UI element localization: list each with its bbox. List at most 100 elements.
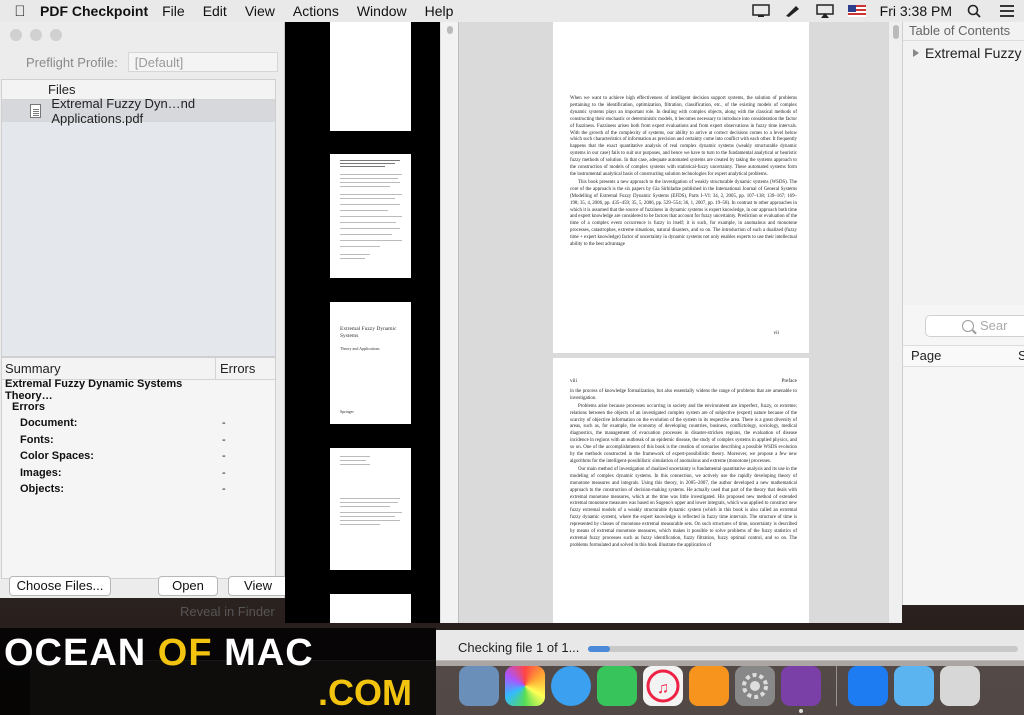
summary-row-color-spaces[interactable]: Color Spaces: - [2,448,275,465]
pen-icon[interactable] [784,4,802,18]
notification-center-icon[interactable] [998,4,1016,18]
progress-bar [588,646,1018,652]
page-paragraph: Our main method of investigation of dual… [570,466,797,548]
messages-app-icon[interactable] [551,666,591,706]
menu-file[interactable]: File [162,3,185,19]
view-button[interactable]: View [228,576,288,596]
file-row[interactable]: Extremal Fuzzy Dyn…nd Applications.pdf [2,96,275,126]
itunes-app-icon[interactable]: ♫ [643,666,683,706]
search-input[interactable]: Sear [925,315,1024,337]
summary-row-errors[interactable]: Errors [2,399,275,416]
progress-fill [588,646,610,652]
summary-column-header[interactable]: Summary [2,358,216,379]
summary-label: Extremal Fuzzy Dynamic Systems Theory… [5,378,183,403]
ibooks-app-icon[interactable] [689,666,729,706]
summary-row-images[interactable]: Images: - [2,465,275,482]
page-thumbnails: Extremal Fuzzy Dynamic Systems Theory an… [285,22,440,623]
summary-row-document[interactable]: Document: - [2,415,275,432]
summary-row-fonts[interactable]: Fonts: - [2,432,275,449]
watermark-of: OF [157,632,213,674]
file-name: Extremal Fuzzy Dyn…nd Applications.pdf [51,96,196,126]
summary-value: - [222,417,226,430]
second-column-header[interactable]: S [1018,346,1024,366]
minimize-button[interactable] [30,29,42,41]
menu-view[interactable]: View [245,3,275,19]
page-thumbnail[interactable] [330,594,411,623]
menu-extras: Fri 3:38 PM [751,0,1016,22]
pdf-page: When we want to achieve high effectivene… [553,22,809,353]
page-thumbnail[interactable]: Extremal Fuzzy Dynamic Systems Theory an… [330,302,411,424]
summary-value: - [222,433,226,446]
page-paragraph: in the process of knowledge formalizatio… [570,388,797,401]
watermark-com: .COM [318,672,412,713]
page-column-header[interactable]: Page [911,348,941,363]
pdf-viewer-window: Extremal Fuzzy Dynamic Systems Theory an… [285,22,902,623]
search-placeholder: Sear [980,318,1008,333]
preflight-profile-row: Preflight Profile: [Default] [26,52,278,72]
watermark-mac: MAC [224,632,314,674]
page-view: When we want to achieve high effectivene… [458,22,902,623]
dock-separator [836,666,837,706]
summary-row-objects[interactable]: Objects: - [2,481,275,498]
system-preferences-icon[interactable] [735,666,775,706]
menu-help[interactable]: Help [425,3,454,19]
toc-item[interactable]: Extremal Fuzzy D [903,45,1024,61]
menu-app-name[interactable]: PDF Checkpoint [40,3,148,19]
page-thumbnail[interactable] [330,448,411,570]
summary-label: Objects: [20,483,65,496]
status-text: Checking file 1 of 1... [458,640,580,655]
spotlight-search-icon[interactable] [966,4,984,18]
summary-table: Summary Errors Extremal Fuzzy Dynamic Sy… [1,357,276,579]
page-paragraph: Problems arise because processes occurri… [570,403,797,464]
menu-clock[interactable]: Fri 3:38 PM [880,3,952,19]
errors-column-header[interactable]: Errors [216,358,255,379]
summary-value: - [222,466,226,479]
us-flag-icon[interactable] [847,5,866,17]
open-button[interactable]: Open [158,576,218,596]
pdf-document-icon [30,104,42,118]
preflight-window: Preflight Profile: [Default] Files Extre… [0,22,288,598]
files-list: Files Extremal Fuzzy Dyn…nd Applications… [1,79,276,357]
page-paragraph: When we want to achieve high effectivene… [570,96,797,177]
summary-row-document-title[interactable]: Extremal Fuzzy Dynamic Systems Theory… [2,378,275,402]
summary-label: Images: [20,466,62,479]
airplay-icon[interactable] [815,4,834,18]
watermark-logo: OCEAN OF MAC [4,632,314,675]
page-thumbnail[interactable] [330,22,411,131]
photos-app-icon[interactable] [505,666,545,706]
reveal-in-finder-button[interactable]: Reveal in Finder [180,604,275,619]
preview-app-icon[interactable] [459,666,499,706]
summary-label: Color Spaces: [20,450,94,463]
pdf-page: viii Preface in the process of knowledge… [553,358,809,623]
page-paragraph: This book presents a new approach to the… [570,179,798,248]
page-view-scrollbar[interactable] [888,22,902,623]
display-icon[interactable] [751,4,770,18]
summary-label: Errors [12,400,46,413]
page-number: vii [773,330,779,337]
summary-value: - [222,450,226,463]
choose-files-button[interactable]: Choose Files... [9,576,111,596]
pdf-checkpoint-app-icon[interactable] [781,666,821,706]
thumbnail-book-subtitle: Theory and Applications [340,346,380,351]
facetime-app-icon[interactable] [597,666,637,706]
summary-label: Document: [20,417,78,430]
svg-text:♫: ♫ [657,680,669,697]
preflight-profile-select[interactable]: [Default] [127,52,278,72]
apple-menu-icon[interactable]:  [0,3,40,20]
toc-header: Table of Contents [903,22,1024,41]
close-button[interactable] [10,29,22,41]
summary-value: - [222,483,226,496]
trash-icon[interactable] [940,666,980,706]
applications-folder-icon[interactable] [894,666,934,706]
thumbnails-scrollbar[interactable] [440,22,458,623]
menu-actions[interactable]: Actions [293,3,339,19]
menu-window[interactable]: Window [357,3,407,19]
watermark-ocean: OCEAN [4,632,147,674]
page-thumbnail[interactable] [330,154,411,278]
menu-edit[interactable]: Edit [203,3,227,19]
app-store-icon[interactable] [848,666,888,706]
summary-label: Fonts: [20,433,54,446]
disclosure-triangle-icon[interactable] [913,49,919,57]
zoom-button[interactable] [50,29,62,41]
toc-item-label: Extremal Fuzzy D [925,45,1024,61]
